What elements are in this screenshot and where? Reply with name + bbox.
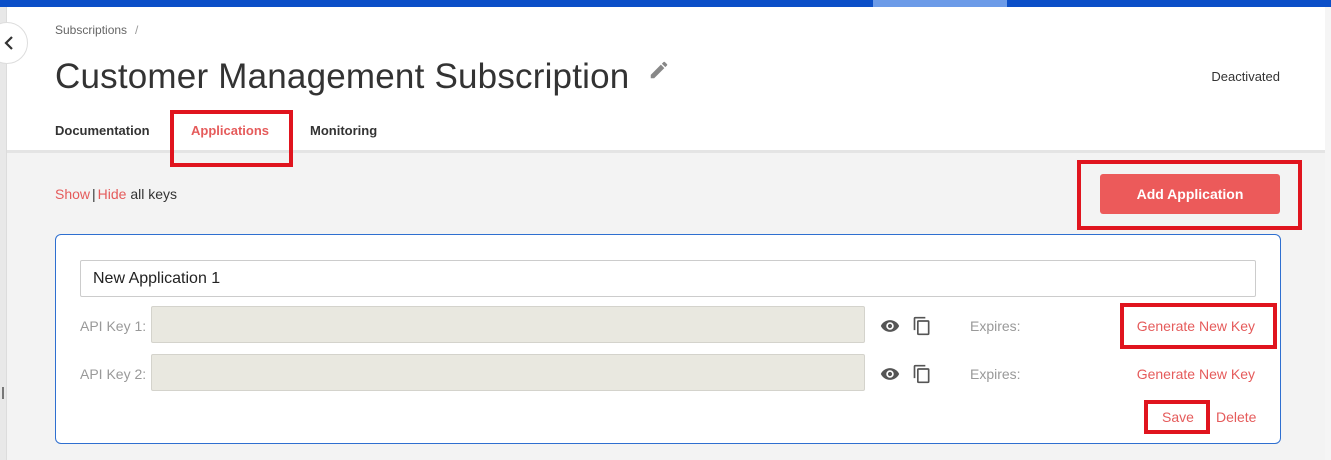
copy-icon[interactable] xyxy=(912,316,932,336)
resize-handle[interactable] xyxy=(2,387,4,399)
keys-toggle-separator: | xyxy=(92,186,96,202)
api-key-2-expires: Expires: xyxy=(970,366,1021,382)
pencil-icon[interactable] xyxy=(648,59,670,81)
left-rail xyxy=(0,7,7,460)
keys-visibility-toggle: Show | Hide all keys xyxy=(55,186,177,202)
application-card: API Key 1: Expires: Generate New Key API… xyxy=(55,234,1281,444)
api-key-2-label: API Key 2: xyxy=(80,366,147,382)
keys-toggle-suffix: all keys xyxy=(130,186,178,202)
header-divider xyxy=(7,150,1325,153)
status-label: Deactivated xyxy=(1211,69,1280,84)
eye-icon[interactable] xyxy=(880,316,900,336)
tab-documentation[interactable]: Documentation xyxy=(55,123,150,138)
breadcrumb-separator: / xyxy=(135,23,139,37)
save-link[interactable]: Save xyxy=(1162,409,1194,425)
right-edge xyxy=(1325,7,1331,460)
hide-keys-link[interactable]: Hide xyxy=(98,186,127,202)
page-title: Customer Management Subscription xyxy=(55,57,630,96)
copy-icon[interactable] xyxy=(912,364,932,384)
api-key-2-field[interactable] xyxy=(151,354,865,391)
eye-icon[interactable] xyxy=(880,364,900,384)
top-bar xyxy=(0,0,1331,7)
top-bar-active-segment xyxy=(873,0,1007,7)
application-name-input[interactable] xyxy=(80,260,1256,297)
generate-key-2-link[interactable]: Generate New Key xyxy=(1137,366,1255,382)
api-key-1-expires: Expires: xyxy=(970,318,1021,334)
tab-applications[interactable]: Applications xyxy=(191,123,269,138)
delete-link[interactable]: Delete xyxy=(1216,409,1256,425)
generate-key-1-link[interactable]: Generate New Key xyxy=(1137,318,1255,334)
chevron-left-icon xyxy=(4,36,13,50)
api-key-1-field[interactable] xyxy=(151,306,865,343)
breadcrumb-subscriptions[interactable]: Subscriptions xyxy=(55,23,127,37)
add-application-button[interactable]: Add Application xyxy=(1100,174,1280,214)
api-key-1-label: API Key 1: xyxy=(80,318,147,334)
tab-monitoring[interactable]: Monitoring xyxy=(310,123,377,138)
show-keys-link[interactable]: Show xyxy=(55,186,90,202)
breadcrumb: Subscriptions / xyxy=(55,23,138,37)
